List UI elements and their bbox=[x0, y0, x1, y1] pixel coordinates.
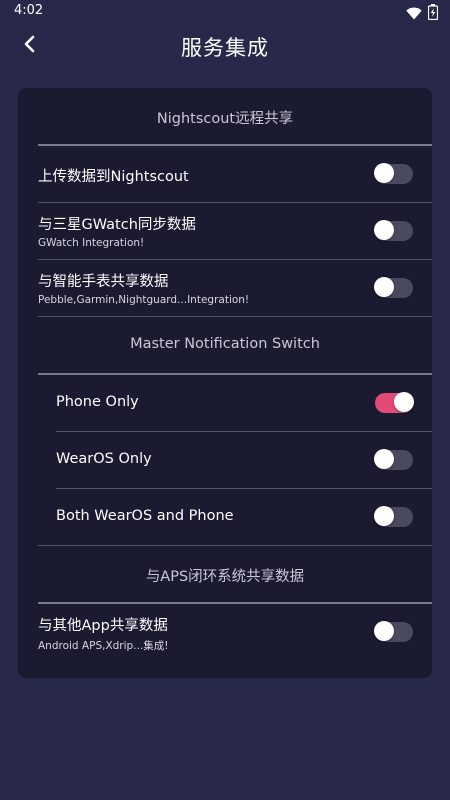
row-sublabel: Pebble,Garmin,Nightguard...Integration! bbox=[38, 294, 250, 306]
toggle-both-wearos-phone[interactable] bbox=[374, 506, 413, 527]
toggle-knob bbox=[394, 392, 414, 412]
battery-charging-icon bbox=[427, 4, 439, 24]
toggle-gwatch-sync[interactable] bbox=[374, 220, 413, 241]
status-time: 4:02 bbox=[14, 3, 44, 18]
status-bar: 4:02 bbox=[0, 0, 450, 24]
toggle-share-other-apps[interactable] bbox=[374, 621, 413, 642]
row-label: Both WearOS and Phone bbox=[56, 508, 234, 524]
list-item-both-wearos-phone[interactable]: Both WearOS and Phone bbox=[18, 489, 432, 545]
list-item-smartwatch-share[interactable]: 与智能手表共享数据 Pebble,Garmin,Nightguard...Int… bbox=[18, 260, 432, 316]
list-item-upload-nightscout[interactable]: 上传数据到Nightscout bbox=[18, 146, 432, 202]
row-sublabel: Android APS,Xdrip...集成! bbox=[38, 640, 169, 652]
app-header: 服务集成 bbox=[0, 24, 450, 70]
row-label: Phone Only bbox=[56, 394, 139, 410]
row-sublabel: GWatch Integration! bbox=[38, 237, 145, 249]
list-item-wearos-only[interactable]: WearOS Only bbox=[18, 432, 432, 488]
section-title-nightscout: Nightscout远程共享 bbox=[156, 111, 294, 127]
page-title: 服务集成 bbox=[181, 36, 269, 60]
toggle-knob bbox=[374, 163, 394, 183]
toggle-smartwatch-share[interactable] bbox=[374, 277, 413, 298]
section-title-notification: Master Notification Switch bbox=[130, 336, 320, 352]
row-label: WearOS Only bbox=[56, 451, 152, 467]
list-item-share-other-apps[interactable]: 与其他App共享数据 Android APS,Xdrip...集成! bbox=[18, 604, 432, 662]
list-item-phone-only[interactable]: Phone Only bbox=[18, 375, 432, 431]
row-label: 与三星GWatch同步数据 bbox=[38, 217, 196, 233]
toggle-knob bbox=[374, 621, 394, 641]
toggle-wearos-only[interactable] bbox=[374, 449, 413, 470]
toggle-knob bbox=[374, 220, 394, 240]
row-label: 与智能手表共享数据 bbox=[38, 274, 169, 290]
toggle-knob bbox=[374, 506, 394, 526]
row-divider bbox=[38, 316, 432, 317]
row-label: 与其他App共享数据 bbox=[38, 618, 168, 634]
list-item-gwatch-sync[interactable]: 与三星GWatch同步数据 GWatch Integration! bbox=[18, 203, 432, 259]
wifi-icon bbox=[406, 5, 422, 24]
row-divider bbox=[38, 545, 432, 546]
status-icons bbox=[406, 4, 439, 24]
toggle-knob bbox=[374, 449, 394, 469]
toggle-phone-only[interactable] bbox=[375, 392, 414, 413]
toggle-upload-nightscout[interactable] bbox=[374, 163, 413, 184]
section-title-aps: 与APS闭环系统共享数据 bbox=[145, 569, 305, 585]
toggle-knob bbox=[374, 277, 394, 297]
row-label: 上传数据到Nightscout bbox=[38, 169, 189, 185]
settings-card: Nightscout远程共享 上传数据到Nightscout 与三星GWatch… bbox=[18, 88, 432, 678]
